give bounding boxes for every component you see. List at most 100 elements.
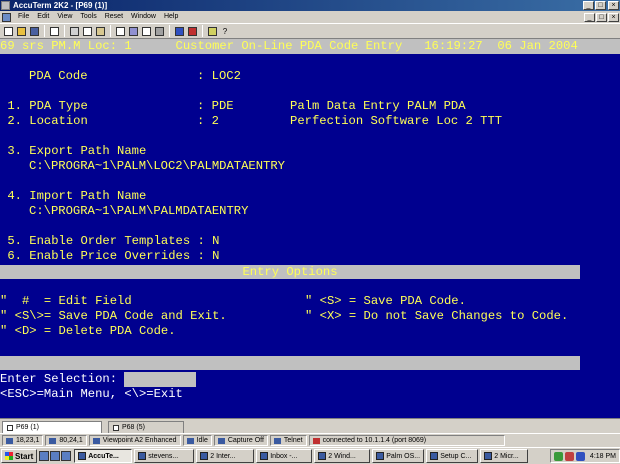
keyboard-icon — [186, 437, 194, 444]
option-edit-field: " # = Edit Field — [0, 294, 132, 308]
selection-input[interactable] — [124, 372, 196, 387]
taskbar-clock[interactable]: 4:18 PM — [590, 453, 616, 460]
field-pda-type-value: : PDE — [197, 99, 234, 113]
enter-selection-prompt: Enter Selection: — [0, 372, 118, 386]
help-button[interactable]: ? — [219, 25, 231, 37]
document-icon[interactable] — [2, 12, 11, 22]
paste-button[interactable] — [94, 25, 106, 37]
open-button[interactable] — [15, 25, 27, 37]
accuterm-app: AccuTerm 2K2 - [P69 (1)] _ □ × File Edit… — [0, 0, 620, 464]
maximize-button[interactable]: □ — [595, 1, 606, 10]
print-icon — [49, 26, 59, 36]
transfer-button[interactable] — [127, 25, 139, 37]
paste-icon — [95, 26, 105, 36]
field-location-value: : 2 — [197, 114, 219, 128]
desktop-icon[interactable] — [39, 451, 50, 461]
menu-bar: File Edit View Tools Reset Window Help _… — [0, 11, 620, 23]
disconnect-button[interactable] — [186, 25, 198, 37]
close-button[interactable]: × — [608, 1, 619, 10]
antivirus-tray-icon[interactable] — [575, 451, 585, 461]
keyboard-icon — [141, 26, 151, 36]
status-protocol: Telnet — [269, 435, 307, 446]
toolbar: ? — [0, 23, 620, 39]
session-icon — [7, 424, 13, 431]
menu-help[interactable]: Help — [160, 11, 182, 23]
quick-launch — [39, 451, 72, 461]
menu-view[interactable]: View — [53, 11, 76, 23]
terminal-icon — [92, 437, 100, 444]
tab-label: P69 (1) — [16, 424, 39, 431]
mdi-minimize-button[interactable]: _ — [584, 12, 595, 22]
task-setup[interactable]: Setup C... — [426, 449, 479, 463]
app-icon — [78, 452, 87, 460]
connect-button[interactable] — [173, 25, 185, 37]
plug-icon — [312, 437, 320, 444]
keyboard-button[interactable] — [140, 25, 152, 37]
browser-icon[interactable] — [50, 451, 61, 461]
toolbar-separator — [64, 25, 65, 37]
volume-tray-icon[interactable] — [564, 451, 574, 461]
task-internet[interactable]: 2 Inter... — [196, 449, 255, 463]
capture-button[interactable] — [114, 25, 126, 37]
new-session-button[interactable] — [2, 25, 14, 37]
task-windows[interactable]: 2 Wind... — [314, 449, 371, 463]
status-bar: 18,23,1 80,24,1 Viewpoint A2 Enhanced Id… — [0, 433, 620, 447]
toolbar-separator — [169, 25, 170, 37]
network-tray-icon[interactable] — [553, 451, 563, 461]
menu-tools[interactable]: Tools — [76, 11, 100, 23]
mdi-maximize-button[interactable]: □ — [596, 12, 607, 22]
windows-logo-icon — [5, 452, 13, 460]
field-pda-type-desc: Palm Data Entry PALM PDA — [290, 99, 466, 113]
cut-button[interactable] — [68, 25, 80, 37]
task-accuterm[interactable]: AccuTe... — [74, 449, 133, 463]
toolbar-separator — [44, 25, 45, 37]
macro-icon — [207, 26, 217, 36]
mail-icon[interactable] — [61, 451, 72, 461]
terminal-screen[interactable]: 69 srs PM.M Loc: 1 Customer On-Line PDA … — [0, 39, 620, 418]
mdi-close-button[interactable]: × — [608, 12, 619, 22]
tab-label: P68 (5) — [122, 424, 145, 431]
status-emulation: Viewpoint A2 Enhanced — [88, 435, 181, 446]
network-icon — [273, 437, 281, 444]
save-button[interactable] — [28, 25, 40, 37]
window-title: AccuTerm 2K2 - [P69 (1)] — [13, 1, 108, 10]
minimize-button[interactable]: _ — [583, 1, 594, 10]
new-icon — [3, 26, 13, 36]
screen-icon — [6, 437, 13, 444]
folder-icon — [318, 452, 327, 460]
copy-icon — [82, 26, 92, 36]
system-tray: 4:18 PM — [549, 449, 620, 463]
browser-icon — [200, 452, 209, 460]
macro-button[interactable] — [206, 25, 218, 37]
option-save-and-exit: " <S\>= Save PDA Code and Exit. — [0, 309, 227, 323]
task-microsoft[interactable]: 2 Micr... — [480, 449, 529, 463]
app-icon — [138, 452, 147, 460]
task-palm-os[interactable]: Palm OS... — [372, 449, 425, 463]
task-inbox[interactable]: Inbox -... — [256, 449, 313, 463]
save-icon — [29, 26, 39, 36]
capture-icon — [115, 26, 125, 36]
menu-file[interactable]: File — [14, 11, 33, 23]
setup-icon — [430, 452, 439, 460]
menu-window[interactable]: Window — [127, 11, 160, 23]
copy-button[interactable] — [81, 25, 93, 37]
tab-p69[interactable]: P69 (1) — [2, 421, 102, 433]
field-import-path-value: C:\PROGRA~1\PALM\PALMDATAENTRY — [29, 204, 249, 218]
settings-button[interactable] — [153, 25, 165, 37]
task-stevens[interactable]: stevens... — [134, 449, 195, 463]
tab-p68[interactable]: P68 (5) — [108, 421, 184, 433]
connect-icon — [174, 26, 184, 36]
terminal-status-line: 69 srs PM.M Loc: 1 Customer On-Line PDA … — [0, 39, 620, 54]
mdi-controls: _ □ × — [583, 12, 619, 22]
menu-edit[interactable]: Edit — [33, 11, 53, 23]
menu-reset[interactable]: Reset — [101, 11, 127, 23]
session-tabs: P69 (1) P68 (5) — [0, 418, 620, 433]
option-do-not-save: " <X> = Do not Save Changes to Code. — [305, 309, 569, 323]
app-icon[interactable] — [1, 1, 10, 10]
status-idle: Idle — [182, 435, 212, 446]
window-titlebar[interactable]: AccuTerm 2K2 - [P69 (1)] _ □ × — [0, 0, 620, 11]
start-button[interactable]: Start — [1, 449, 38, 463]
status-capture: Capture Off — [213, 435, 268, 446]
open-folder-icon — [16, 26, 26, 36]
print-button[interactable] — [48, 25, 60, 37]
